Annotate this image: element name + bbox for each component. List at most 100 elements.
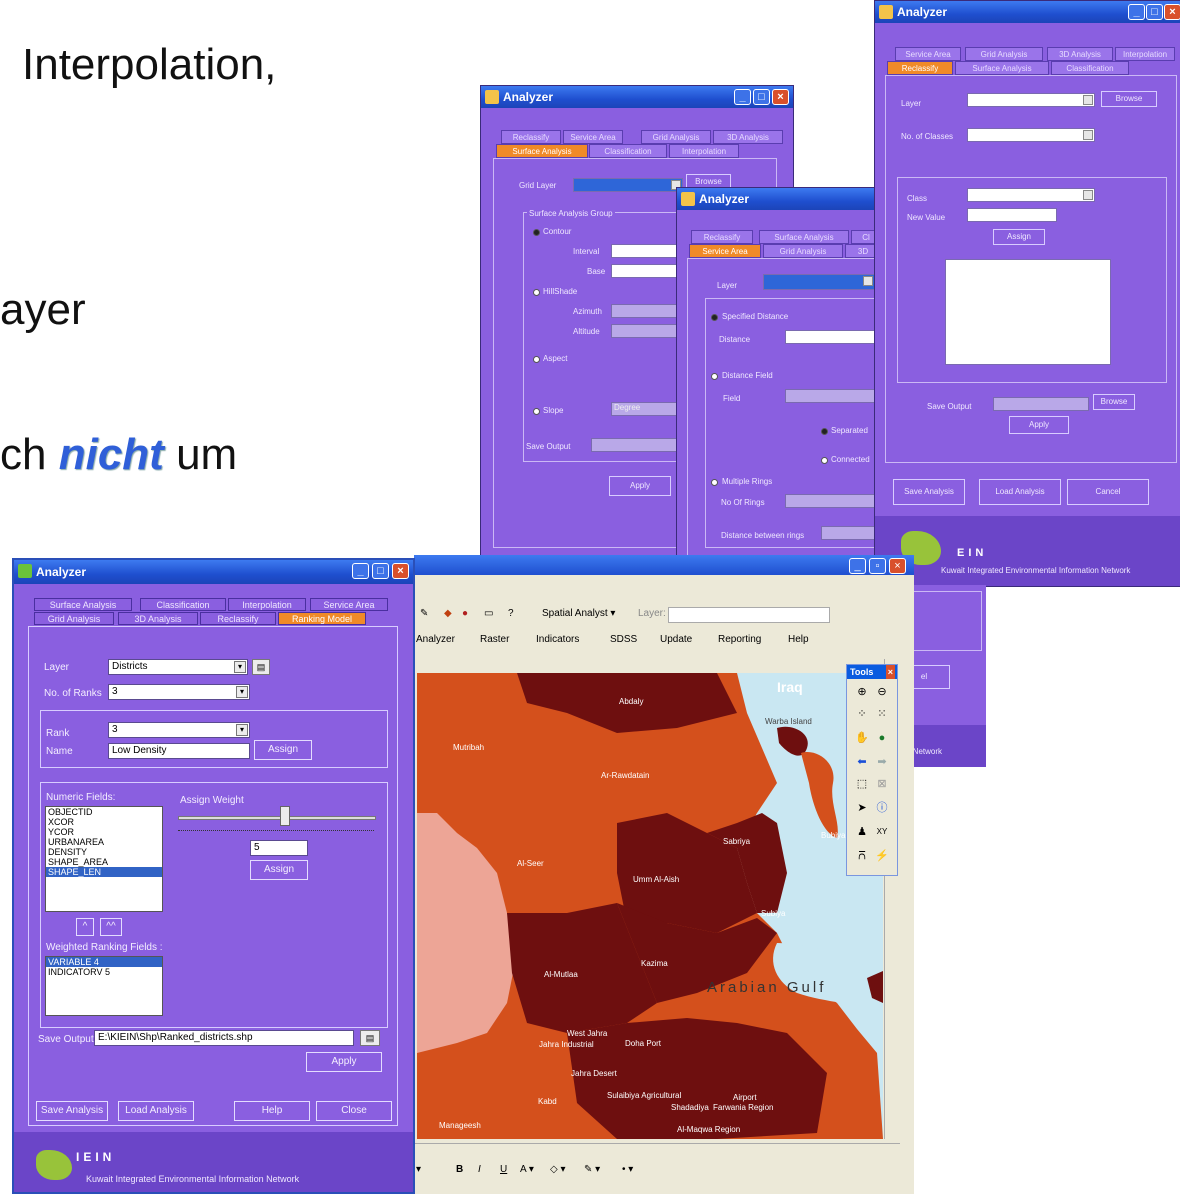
tab-3d-analysis[interactable]: 3D Analysis [1047,47,1113,61]
distance-input[interactable] [785,330,881,344]
spatial-analyst-menu[interactable]: Spatial Analyst ▾ [542,608,615,619]
close-button[interactable]: × [1164,4,1180,20]
horizontal-scrollbar[interactable] [414,1143,900,1160]
multiple-rings-radio[interactable] [711,479,718,486]
tab-surface-analysis[interactable]: Surface Analysis [496,144,588,158]
minimize-button[interactable]: _ [849,558,866,574]
distance-between-rings-input[interactable] [821,526,881,540]
chevron-down-icon[interactable] [863,276,873,286]
ranks-combo[interactable]: 3 ▾ [108,684,250,700]
zoom-in-icon[interactable]: ⊕ [855,685,869,699]
minimize-button[interactable]: _ [1128,4,1145,20]
menu-analyzer[interactable]: Analyzer [416,634,455,645]
italic-button[interactable]: I [478,1164,481,1175]
save-analysis-button[interactable]: Save Analysis [893,479,965,505]
assign-rank-button[interactable]: Assign [254,740,312,760]
apply-button[interactable]: Apply [1009,416,1069,434]
full-extent-icon[interactable]: ● [875,731,889,745]
tab-grid-analysis[interactable]: Grid Analysis [641,130,711,144]
close-button[interactable]: × [889,558,906,574]
weight-value-input[interactable]: 5 [250,840,308,856]
chevron-down-icon[interactable] [1083,130,1093,140]
weight-slider-thumb[interactable] [280,806,291,826]
marker-color-button[interactable]: • ▾ [622,1164,633,1175]
tab-service-area[interactable]: Service Area [563,130,623,144]
clear-selection-icon[interactable]: ⊠ [875,777,889,791]
zoom-out-icon[interactable]: ⊖ [875,685,889,699]
load-analysis-button[interactable]: Load Analysis [979,479,1061,505]
back-arrow-icon[interactable]: ⬅ [855,755,869,769]
tab-service-area[interactable]: Service Area [895,47,961,61]
slope-radio[interactable] [533,408,540,415]
tab-reclassify[interactable]: Reclassify [200,612,276,625]
tab-surface-analysis[interactable]: Surface Analysis [34,598,132,611]
select-features-icon[interactable]: ⬚ [855,777,869,791]
numeric-fields-listbox[interactable]: OBJECTID XCOR YCOR URBANAREA DENSITY SHA… [45,806,163,912]
fill-color-button[interactable]: ◇ ▾ [550,1164,566,1175]
menu-indicators[interactable]: Indicators [536,634,579,645]
layer-dropdown[interactable] [668,607,830,623]
whats-this-icon[interactable]: ? [508,608,514,619]
list-item-selected[interactable]: SHAPE_LEN [46,867,162,877]
class-combo[interactable] [967,188,1095,202]
select-element-icon[interactable]: ➤ [855,801,869,815]
assign-weight-button[interactable]: Assign [250,860,308,880]
altitude-input[interactable] [611,324,681,338]
chevron-down-icon[interactable] [1083,190,1093,200]
distance-field-radio[interactable] [711,373,718,380]
pan-icon[interactable]: ✋ [855,731,869,745]
layer-combo[interactable]: Districts ▾ [108,659,248,675]
browse-button[interactable]: Browse [1101,91,1157,107]
apply-button[interactable]: Apply [609,476,671,496]
menu-raster[interactable]: Raster [480,634,509,645]
open-folder-icon[interactable]: ▤ [360,1030,380,1046]
separated-radio[interactable] [821,428,828,435]
close-icon[interactable]: × [885,665,895,679]
map-canvas[interactable]: Iraq Abdaly Warba Island Mutribah Ar-Raw… [417,673,883,1139]
weighted-fields-listbox[interactable]: VARIABLE 4 INDICATORV 5 [45,956,163,1016]
move-all-up-button[interactable]: ^^ [100,918,122,936]
tab-interpolation[interactable]: Interpolation [1115,47,1175,61]
go-to-xy-icon[interactable]: XY [875,825,889,839]
tab-service-area[interactable]: Service Area [689,244,761,258]
find-icon[interactable]: ♟ [855,825,869,839]
bold-button[interactable]: B [456,1164,463,1175]
assign-button[interactable]: Assign [993,229,1045,245]
tab-surface-analysis[interactable]: Surface Analysis [955,61,1049,75]
load-analysis-button[interactable]: Load Analysis [118,1101,194,1121]
grid-layer-combo[interactable] [573,178,683,192]
azimuth-input[interactable] [611,304,681,318]
tab-surface-analysis[interactable]: Surface Analysis [759,230,849,244]
contour-radio[interactable] [533,229,540,236]
connected-radio[interactable] [821,457,828,464]
tab-3d-analysis[interactable]: 3D Analysis [713,130,783,144]
help-button[interactable]: Help [234,1101,310,1121]
tab-classification[interactable]: Classification [589,144,667,158]
maximize-button[interactable]: □ [753,89,770,105]
restore-button[interactable]: ▫ [869,558,886,574]
underline-button[interactable]: U [500,1164,507,1175]
list-item[interactable]: INDICATORV 5 [46,967,162,977]
forward-arrow-icon[interactable]: ➡ [875,755,889,769]
list-item[interactable]: SHAPE_AREA [46,857,162,867]
list-item[interactable]: OBJECTID [46,807,162,817]
tab-reclassify[interactable]: Reclassify [887,61,953,75]
slope-degree-input[interactable]: Degree [611,402,681,416]
list-item[interactable]: URBANAREA [46,837,162,847]
menu-help[interactable]: Help [788,634,809,645]
measure-icon[interactable]: ⩃ [855,849,869,863]
hyperlink-icon[interactable]: ⚡ [875,849,889,863]
font-color-button[interactable]: A ▾ [520,1164,534,1175]
chevron-down-icon[interactable]: ▾ [236,724,248,736]
apply-button[interactable]: Apply [306,1052,382,1072]
tab-service-area[interactable]: Service Area [310,598,388,611]
specified-distance-radio[interactable] [711,314,718,321]
minimize-button[interactable]: _ [352,563,369,579]
tab-interpolation[interactable]: Interpolation [669,144,739,158]
no-of-classes-combo[interactable] [967,128,1095,142]
save-analysis-button[interactable]: Save Analysis [36,1101,108,1121]
hillshade-radio[interactable] [533,289,540,296]
maximize-button[interactable]: □ [372,563,389,579]
tab-3d-analysis[interactable]: 3D Analysis [118,612,198,625]
minimize-button[interactable]: _ [734,89,751,105]
